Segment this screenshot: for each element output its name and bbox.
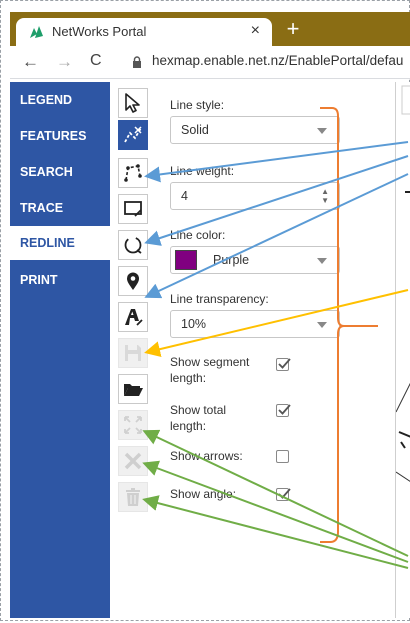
zoom-extent-icon [124, 416, 142, 434]
reload-icon[interactable]: C [90, 52, 102, 70]
polygon-tool-button[interactable] [118, 158, 148, 188]
line-weight-value: 4 [181, 189, 188, 203]
checkmark-icon [278, 358, 291, 369]
select-tool-button[interactable] [118, 88, 148, 118]
text-tool-button[interactable] [118, 302, 148, 332]
clear-all-tool-button[interactable] [118, 482, 148, 512]
line-style-label: Line style: [170, 98, 225, 112]
show-segment-length-label: Show segment length: [170, 355, 250, 385]
show-angle-checkbox[interactable] [276, 488, 291, 501]
redline-toolbar [110, 82, 162, 522]
line-settings-panel: Line style: Solid Line weight: 4 ▲ ▼ Line… [162, 82, 352, 522]
line-style-select[interactable]: Solid [170, 116, 340, 144]
line-color-label: Line color: [170, 228, 226, 242]
show-arrows-checkbox[interactable] [276, 450, 289, 463]
line-transparency-label: Line transparency: [170, 292, 269, 306]
circle-draw-icon [124, 236, 142, 254]
line-weight-stepper[interactable]: 4 ▲ ▼ [170, 182, 340, 210]
point-marker-icon [127, 272, 139, 290]
line-transparency-value: 10% [181, 317, 207, 331]
delete-x-icon [124, 452, 142, 470]
sidebar-item-legend[interactable]: LEGEND [10, 84, 110, 116]
delete-tool-button[interactable] [118, 446, 148, 476]
browser-tab-bar: NetWorks Portal × + [10, 12, 410, 46]
line-color-select[interactable]: Purple [170, 246, 340, 274]
url-text[interactable]: hexmap.enable.net.nz/EnablePortal/defau [152, 53, 403, 68]
show-total-length-label: Show total length: [170, 403, 227, 433]
sidebar-item-print[interactable]: PRINT [10, 264, 110, 296]
forward-icon[interactable]: → [56, 52, 73, 72]
color-swatch [175, 250, 197, 270]
sidebar: LEGEND FEATURES SEARCH TRACE REDLINE PRI… [10, 82, 110, 618]
sidebar-item-search[interactable]: SEARCH [10, 156, 110, 188]
networks-logo-icon [30, 26, 43, 38]
chevron-down-icon [317, 258, 327, 264]
show-angle-label: Show angle: [170, 487, 237, 501]
point-tool-button[interactable] [118, 266, 148, 296]
trash-icon [126, 488, 140, 506]
line-style-value: Solid [181, 123, 209, 137]
polygon-draw-icon [124, 164, 142, 182]
select-arrow-icon [125, 93, 140, 113]
text-draw-icon [125, 309, 143, 326]
save-icon [125, 345, 141, 361]
tab-close-icon[interactable]: × [251, 22, 260, 40]
tab-title: NetWorks Portal [52, 24, 147, 39]
circle-tool-button[interactable] [118, 230, 148, 260]
sidebar-item-trace[interactable]: TRACE [10, 192, 110, 224]
checkmark-icon [278, 488, 291, 499]
map-lines-icon [395, 85, 410, 482]
lock-icon [133, 56, 141, 68]
line-weight-label: Line weight: [170, 164, 235, 178]
open-tool-button[interactable] [118, 374, 148, 404]
show-arrows-label: Show arrows: [170, 449, 243, 463]
chevron-down-icon [317, 128, 327, 134]
spinner-arrows-icon[interactable]: ▲ ▼ [321, 187, 329, 205]
open-folder-icon [124, 384, 143, 396]
back-icon[interactable]: ← [22, 52, 39, 72]
line-tool-button[interactable] [118, 120, 148, 150]
new-tab-button[interactable]: + [278, 14, 308, 44]
checkmark-icon [278, 404, 291, 415]
line-transparency-select[interactable]: 10% [170, 310, 340, 338]
rectangle-draw-icon [124, 201, 142, 217]
sidebar-item-features[interactable]: FEATURES [10, 120, 110, 152]
chevron-down-icon [317, 322, 327, 328]
address-bar: ← → C hexmap.enable.net.nz/EnablePortal/… [10, 46, 410, 79]
sidebar-item-redline[interactable]: REDLINE [10, 226, 110, 260]
show-segment-length-checkbox[interactable] [276, 358, 291, 371]
rectangle-tool-button[interactable] [118, 194, 148, 224]
map-view[interactable] [395, 82, 410, 618]
line-draw-icon [124, 126, 142, 143]
save-tool-button[interactable] [118, 338, 148, 368]
line-color-value: Purple [213, 253, 250, 267]
browser-tab[interactable]: NetWorks Portal × [16, 18, 272, 46]
show-total-length-checkbox[interactable] [276, 404, 291, 417]
zoom-extent-tool-button[interactable] [118, 410, 148, 440]
